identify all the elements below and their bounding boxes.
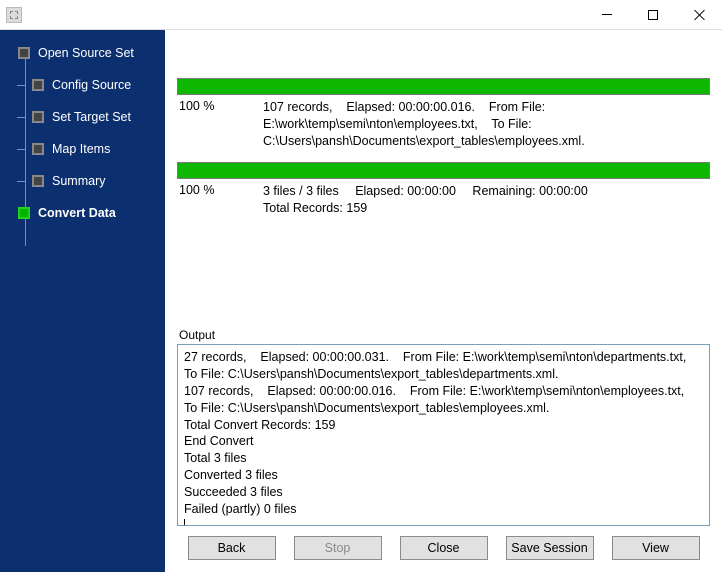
file-to-label: To File:	[491, 117, 531, 131]
close-button[interactable]: Close	[400, 536, 488, 560]
step-icon	[18, 207, 30, 219]
step-icon	[18, 47, 30, 59]
step-icon	[32, 111, 44, 123]
file-elapsed: Elapsed: 00:00:00.016.	[346, 100, 475, 114]
total-files: 3 files / 3 files	[263, 183, 339, 200]
sidebar-item-label: Convert Data	[38, 206, 116, 220]
title-bar	[0, 0, 722, 30]
step-icon	[32, 79, 44, 91]
sidebar-item-map-items[interactable]: Map Items	[24, 138, 165, 160]
close-window-button[interactable]	[676, 0, 722, 30]
minimize-button[interactable]	[584, 0, 630, 30]
button-row: Back Stop Close Save Session View	[177, 526, 710, 562]
main-panel: 100 % 107 records, Elapsed: 00:00:00.016…	[165, 30, 722, 572]
sidebar-item-set-target-set[interactable]: Set Target Set	[24, 106, 165, 128]
view-button[interactable]: View	[612, 536, 700, 560]
app-icon	[6, 7, 22, 23]
save-session-button-label: Save Session	[511, 541, 587, 555]
sidebar-item-label: Set Target Set	[52, 110, 131, 124]
file-progress-text: 107 records, Elapsed: 00:00:00.016. From…	[263, 99, 708, 150]
sidebar-item-open-source-set[interactable]: Open Source Set	[10, 42, 165, 64]
step-icon	[32, 175, 44, 187]
back-button-label: Back	[218, 541, 246, 555]
minimize-icon	[602, 14, 612, 15]
file-progress-bar	[177, 78, 710, 95]
back-button[interactable]: Back	[188, 536, 276, 560]
sidebar-item-label: Summary	[52, 174, 105, 188]
sidebar-item-label: Open Source Set	[38, 46, 134, 60]
total-progress-text: 3 files / 3 files Elapsed: 00:00:00 Rema…	[263, 183, 708, 217]
maximize-button[interactable]	[630, 0, 676, 30]
sidebar-item-summary[interactable]: Summary	[24, 170, 165, 192]
file-from-label: From File:	[489, 100, 545, 114]
total-records: Total Records: 159	[263, 200, 367, 217]
file-progress-percent: 100 %	[179, 99, 249, 150]
stop-button-label: Stop	[325, 541, 351, 555]
file-records: 107 records,	[263, 100, 332, 114]
total-progress-bar	[177, 162, 710, 179]
sidebar-item-label: Config Source	[52, 78, 131, 92]
sidebar: Open Source Set Config Source Set Target…	[0, 30, 165, 572]
file-from-path: E:\work\temp\semi\nton\employees.txt,	[263, 117, 478, 131]
output-label: Output	[177, 328, 710, 344]
file-progress-block: 100 % 107 records, Elapsed: 00:00:00.016…	[177, 78, 710, 152]
total-remaining: Remaining: 00:00:00	[472, 183, 587, 200]
output-textarea[interactable]: 27 records, Elapsed: 00:00:00.031. From …	[177, 344, 710, 526]
total-progress-block: 100 % 3 files / 3 files Elapsed: 00:00:0…	[177, 162, 710, 219]
sidebar-item-label: Map Items	[52, 142, 110, 156]
step-icon	[32, 143, 44, 155]
close-button-label: Close	[428, 541, 460, 555]
file-to-path: C:\Users\pansh\Documents\export_tables\e…	[263, 134, 585, 148]
maximize-icon	[648, 10, 658, 20]
total-elapsed: Elapsed: 00:00:00	[355, 183, 456, 200]
view-button-label: View	[642, 541, 669, 555]
sidebar-item-config-source[interactable]: Config Source	[24, 74, 165, 96]
sidebar-item-convert-data[interactable]: Convert Data	[10, 202, 165, 224]
close-icon	[693, 9, 705, 21]
save-session-button[interactable]: Save Session	[506, 536, 594, 560]
total-progress-percent: 100 %	[179, 183, 249, 217]
stop-button: Stop	[294, 536, 382, 560]
